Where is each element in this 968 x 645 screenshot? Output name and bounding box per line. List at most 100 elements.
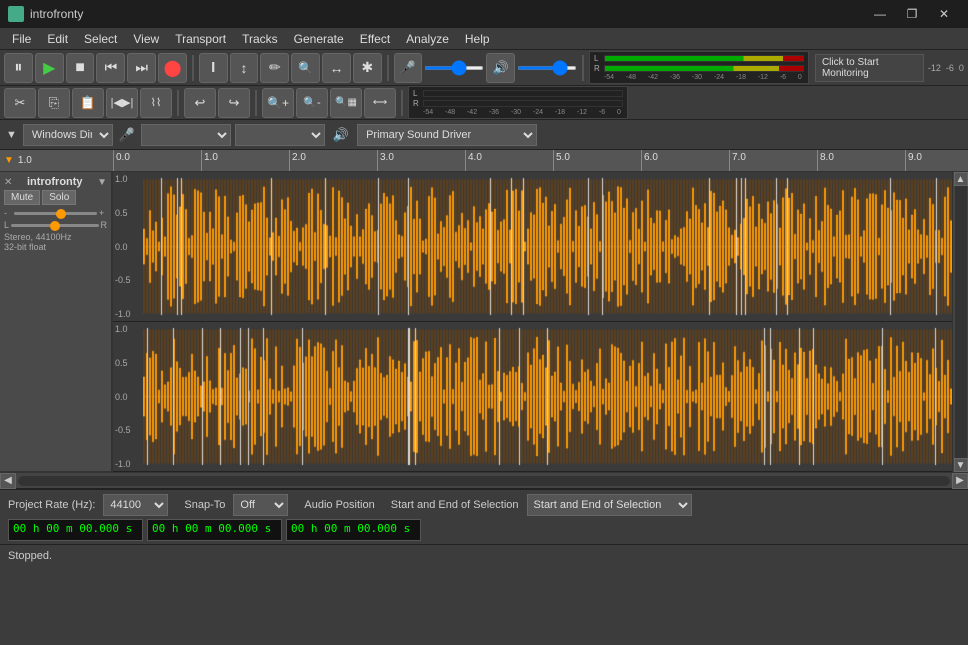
select-tool[interactable]: I bbox=[199, 53, 228, 83]
l-label: L bbox=[4, 220, 9, 230]
draw-tool[interactable]: ✏ bbox=[260, 53, 289, 83]
edit-toolbar: ✂ ⎘ 📋 |◀▶| ⌇⌇ ↩ ↪ 🔍+ 🔍- 🔍▦ ⟷ L R -54-48-… bbox=[0, 86, 968, 120]
snap-to-select[interactable]: Off bbox=[233, 494, 288, 516]
r-label: R bbox=[101, 220, 108, 230]
vu-l-label: L bbox=[594, 54, 602, 63]
scroll-track-v bbox=[955, 186, 967, 458]
selection-type-select[interactable]: Start and End of Selection bbox=[527, 494, 692, 516]
redo-button[interactable]: ↪ bbox=[218, 88, 250, 118]
undo-button[interactable]: ↩ bbox=[184, 88, 216, 118]
mic-device-icon: 🎤 bbox=[117, 124, 137, 146]
tick-8: 8.0 bbox=[817, 150, 905, 171]
paste-button[interactable]: 📋 bbox=[72, 88, 104, 118]
skip-fwd-button[interactable]: ⏭ bbox=[127, 53, 156, 83]
audio-position-display: 00 h 00 m 00.000 s bbox=[8, 519, 143, 541]
vu2-meter-r bbox=[423, 100, 623, 107]
menu-generate[interactable]: Generate bbox=[286, 30, 352, 48]
y-zero: 0.0 bbox=[115, 242, 141, 252]
waveform-canvas-2 bbox=[143, 322, 952, 471]
vu2-scale: -54-48-42-36-30-24-18-12-60 bbox=[413, 109, 621, 116]
menu-tracks[interactable]: Tracks bbox=[234, 30, 286, 48]
copy-button[interactable]: ⎘ bbox=[38, 88, 70, 118]
close-button[interactable]: ✕ bbox=[928, 0, 960, 28]
output-volume-slider[interactable] bbox=[517, 66, 577, 70]
minimize-button[interactable]: — bbox=[864, 0, 896, 28]
scroll-right-button[interactable]: ▶ bbox=[952, 473, 968, 489]
time-shift-tool[interactable]: ↔ bbox=[322, 53, 351, 83]
pan-slider[interactable] bbox=[11, 224, 98, 227]
zoom-out-button[interactable]: 🔍- bbox=[296, 88, 328, 118]
input-volume-group bbox=[424, 66, 484, 70]
track-title-row: ✕ introfronty ▼ bbox=[4, 176, 107, 188]
status-text: Stopped. bbox=[8, 550, 52, 562]
vu2-r-label: R bbox=[413, 99, 421, 108]
skip-back-button[interactable]: ⏮ bbox=[96, 53, 125, 83]
audio-pos-label: Audio Position bbox=[304, 499, 374, 511]
menu-transport[interactable]: Transport bbox=[167, 30, 234, 48]
input-device-select[interactable] bbox=[141, 124, 231, 146]
volume-thumb bbox=[56, 209, 66, 219]
menu-analyze[interactable]: Analyze bbox=[398, 30, 457, 48]
zoom-sel-button[interactable]: 🔍▦ bbox=[330, 88, 362, 118]
cut-button[interactable]: ✂ bbox=[4, 88, 36, 118]
input-volume-slider[interactable] bbox=[424, 66, 484, 70]
output-volume-group bbox=[517, 66, 577, 70]
vu2-row-r: R bbox=[413, 99, 623, 108]
menu-edit[interactable]: Edit bbox=[39, 30, 76, 48]
selection-end-display[interactable]: 00 h 00 m 00.000 s bbox=[286, 519, 421, 541]
waveform-area[interactable]: 1.0 0.5 0.0 -0.5 -1.0 1.0 0.5 0.0 -0.5 -… bbox=[113, 172, 952, 472]
vertical-scrollbar[interactable]: ▲ ▼ bbox=[952, 172, 968, 472]
vu-right-labels: -12 -6 0 bbox=[928, 63, 964, 73]
menu-file[interactable]: File bbox=[4, 30, 39, 48]
time-displays: 00 h 00 m 00.000 s 00 h 00 m 00.000 s 00… bbox=[0, 519, 968, 544]
mute-button[interactable]: Mute bbox=[4, 190, 40, 205]
selection-label: Start and End of Selection bbox=[391, 499, 519, 511]
menu-select[interactable]: Select bbox=[76, 30, 125, 48]
y-half: 0.5 bbox=[115, 208, 141, 218]
zoom-fit-button[interactable]: ⟷ bbox=[364, 88, 396, 118]
pause-button[interactable]: ⏸ bbox=[4, 53, 33, 83]
sep4 bbox=[177, 90, 179, 116]
tick-0: 0.0 bbox=[113, 150, 201, 171]
tick-4: 4.0 bbox=[465, 150, 553, 171]
zoom-tool-btn[interactable]: 🔍 bbox=[291, 53, 320, 83]
ruler-time-label: 1.0 bbox=[18, 155, 32, 166]
main-content: ✕ introfronty ▼ Mute Solo - + L R bbox=[0, 172, 968, 472]
waveform-channel-2[interactable]: 1.0 0.5 0.0 -0.5 -1.0 bbox=[113, 322, 952, 472]
volume-slider[interactable] bbox=[14, 212, 97, 215]
track-close-button[interactable]: ✕ bbox=[4, 177, 12, 188]
mic-icon[interactable]: 🎤 bbox=[394, 53, 423, 83]
waveform-channel-1[interactable]: 1.0 0.5 0.0 -0.5 -1.0 bbox=[113, 172, 952, 322]
menu-help[interactable]: Help bbox=[457, 30, 498, 48]
speaker-device-icon: 🔊 bbox=[333, 127, 349, 143]
selection-start-display[interactable]: 00 h 00 m 00.000 s bbox=[147, 519, 282, 541]
zoom-in-button[interactable]: 🔍+ bbox=[262, 88, 294, 118]
track-info: Stereo, 44100Hz 32-bit float bbox=[4, 232, 107, 252]
maximize-button[interactable]: ❐ bbox=[896, 0, 928, 28]
project-rate-select[interactable]: 44100 bbox=[103, 494, 168, 516]
track-arrow-button[interactable]: ▼ bbox=[97, 177, 107, 188]
record-button[interactable]: ⬤ bbox=[158, 53, 187, 83]
solo-button[interactable]: Solo bbox=[42, 190, 76, 205]
track-name: introfronty bbox=[27, 176, 83, 188]
scroll-down-button[interactable]: ▼ bbox=[954, 458, 968, 472]
envelope-tool[interactable]: ↕ bbox=[230, 53, 259, 83]
silence-button[interactable]: ⌇⌇ bbox=[140, 88, 172, 118]
vu-row-r: R bbox=[594, 64, 804, 73]
menu-effect[interactable]: Effect bbox=[352, 30, 398, 48]
trim-button[interactable]: |◀▶| bbox=[106, 88, 138, 118]
play-button[interactable]: ▶ bbox=[35, 53, 64, 83]
scroll-track-h[interactable] bbox=[18, 476, 950, 486]
ruler-marks: 0.0 1.0 2.0 3.0 4.0 5.0 6.0 7.0 8.0 9.0 bbox=[113, 150, 968, 171]
monitoring-button[interactable]: Click to Start Monitoring bbox=[815, 54, 924, 82]
output-device-select[interactable]: Primary Sound Driver bbox=[357, 124, 537, 146]
speaker-icon[interactable]: 🔊 bbox=[486, 53, 515, 83]
stop-button[interactable]: ■ bbox=[66, 53, 95, 83]
scroll-left-button[interactable]: ◀ bbox=[0, 473, 16, 489]
multi-tool[interactable]: ✱ bbox=[353, 53, 382, 83]
host-select[interactable]: Windows Dir bbox=[23, 124, 113, 146]
scroll-up-button[interactable]: ▲ bbox=[954, 172, 968, 186]
input-channels-select[interactable] bbox=[235, 124, 325, 146]
vu-scale: -54-48-42-36-30-24-18-12-60 bbox=[594, 74, 802, 81]
menu-view[interactable]: View bbox=[125, 30, 167, 48]
